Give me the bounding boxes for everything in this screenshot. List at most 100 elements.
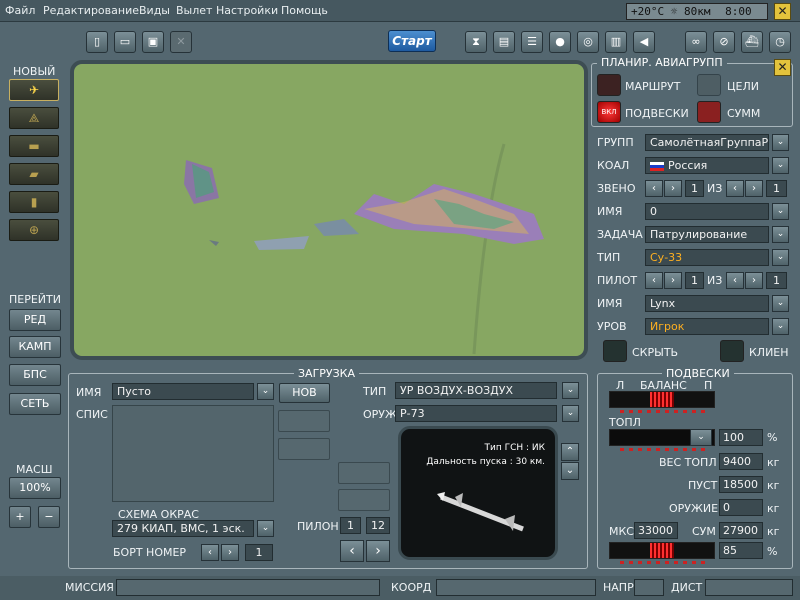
goto-label: ПЕРЕЙТИ — [9, 293, 61, 306]
tail-prev-icon[interactable]: ‹ — [201, 544, 219, 561]
zveno-prev-icon[interactable]: ‹ — [645, 180, 663, 197]
delete-icon[interactable]: ✕ — [170, 31, 192, 53]
zoom-out-button[interactable]: − — [38, 506, 60, 528]
unit-target-button[interactable]: ⊕ — [9, 219, 59, 241]
zveno-total-next-icon[interactable]: › — [745, 180, 763, 197]
book-icon[interactable]: ▥ — [605, 31, 627, 53]
paint-scheme-dropdown-icon[interactable]: ⌄ — [257, 520, 274, 537]
zoom-in-button[interactable]: + — [9, 506, 31, 528]
fuel-slider-handle[interactable]: ⌄ — [690, 429, 712, 446]
task-label: ЗАДАЧА — [597, 228, 643, 241]
start-button[interactable]: Старт — [388, 30, 436, 52]
aircraft-3d-view[interactable] — [70, 60, 588, 360]
weapon-preview: Тип ГСН : ИК Дальность пуска : 30 км. — [398, 426, 558, 560]
group-field[interactable]: СамолётнаяГруппаРОС — [645, 134, 769, 151]
goto-bps-button[interactable]: БПС — [9, 364, 61, 386]
coalition-dropdown-icon[interactable]: ⌄ — [772, 157, 789, 174]
no-entry-icon[interactable]: ⊘ — [713, 31, 735, 53]
unit-ship-button[interactable]: ▬ — [9, 135, 59, 157]
target-icon[interactable]: ◎ — [577, 31, 599, 53]
targets-toggle[interactable] — [697, 74, 721, 96]
panel-close-icon[interactable]: ✕ — [774, 59, 791, 76]
aircraft-type-field[interactable]: Су-33 — [645, 249, 769, 266]
weapon-type-field[interactable]: УР ВОЗДУХ-ВОЗДУХ — [395, 382, 557, 399]
paint-scheme-field[interactable]: 279 КИАП, ВМС, 1 эск. — [112, 520, 254, 537]
preview-up-icon[interactable]: ⌃ — [561, 443, 579, 461]
list-icon[interactable]: ☰ — [521, 31, 543, 53]
name-dropdown-icon[interactable]: ⌄ — [772, 203, 789, 220]
loadout-list[interactable] — [112, 405, 274, 502]
coalition-label: КОАЛ — [597, 159, 630, 172]
loadout-name-field[interactable]: Пусто — [112, 383, 254, 400]
route-toggle[interactable] — [597, 74, 621, 96]
truck-icon: ▮ — [30, 195, 38, 209]
menu-file[interactable]: Файл — [5, 4, 35, 17]
weapon-field[interactable]: Р-73 — [395, 405, 557, 422]
pilot-of-label: ИЗ — [707, 274, 723, 287]
pilot-value: 1 — [685, 272, 704, 289]
save-icon[interactable]: ▣ — [142, 31, 164, 53]
client-toggle[interactable] — [720, 340, 744, 362]
pylon-label: ПИЛОН — [297, 520, 339, 533]
tail-number-value: 1 — [245, 544, 273, 561]
pilot-next-icon[interactable]: › — [664, 272, 682, 289]
menu-views[interactable]: Виды — [139, 4, 170, 17]
menu-fly[interactable]: Вылет — [176, 4, 212, 17]
card-icon[interactable]: ▤ — [493, 31, 515, 53]
menu-settings[interactable]: Настройки — [216, 4, 278, 17]
head-icon[interactable]: ● — [549, 31, 571, 53]
loadout-name-dropdown-icon[interactable]: ⌄ — [257, 383, 274, 400]
task-field[interactable]: Патрулирование — [645, 226, 769, 243]
open-folder-icon[interactable]: ▭ — [114, 31, 136, 53]
task-dropdown-icon[interactable]: ⌄ — [772, 226, 789, 243]
goto-network-button[interactable]: СЕТЬ — [9, 393, 61, 415]
ship-icon[interactable]: ⛴ — [741, 31, 763, 53]
summ-toggle[interactable] — [697, 101, 721, 123]
pilot-total-next-icon[interactable]: › — [745, 272, 763, 289]
group-dropdown-icon[interactable]: ⌄ — [772, 134, 789, 151]
sun-icon: ☼ — [670, 5, 678, 18]
type-dropdown-icon[interactable]: ⌄ — [772, 249, 789, 266]
weapon-dropdown-icon[interactable]: ⌄ — [562, 405, 579, 422]
hourglass-icon[interactable]: ⧗ — [465, 31, 487, 53]
goto-editor-button[interactable]: РЕД — [9, 309, 61, 331]
sound-icon[interactable]: ◀ — [633, 31, 655, 53]
coalition-field[interactable]: Россия — [645, 157, 769, 174]
load-percent: 85 — [719, 542, 763, 559]
unit-plane-button[interactable]: ✈ — [9, 79, 59, 101]
pylon-next-icon[interactable]: › — [366, 540, 390, 562]
launch-range: Дальность пуска : 30 км. — [426, 457, 545, 467]
new-label: НОВЫЙ — [13, 65, 56, 78]
menu-edit[interactable]: Редактирование — [43, 4, 139, 17]
close-icon[interactable]: ✕ — [774, 3, 791, 20]
menu-help[interactable]: Помощь — [281, 4, 328, 17]
weapon-type-dropdown-icon[interactable]: ⌄ — [562, 382, 579, 399]
tail-next-icon[interactable]: › — [221, 544, 239, 561]
name-field[interactable]: 0 — [645, 203, 769, 220]
fuel-weight-value: 9400 — [719, 453, 763, 470]
new-loadout-button[interactable]: НОВ — [279, 383, 330, 403]
empty-weight-unit: кг — [767, 479, 780, 492]
goto-campaign-button[interactable]: КАМП — [9, 336, 61, 358]
unit-tank-button[interactable]: ▰ — [9, 163, 59, 185]
loads-toggle[interactable]: ВКЛ — [597, 101, 621, 123]
preview-down-icon[interactable]: ⌄ — [561, 462, 579, 480]
pilot-total-prev-icon[interactable]: ‹ — [726, 272, 744, 289]
pilot-prev-icon[interactable]: ‹ — [645, 272, 663, 289]
callsign-field[interactable]: Lynx — [645, 295, 769, 312]
zveno-next-icon[interactable]: › — [664, 180, 682, 197]
zveno-total-prev-icon[interactable]: ‹ — [726, 180, 744, 197]
status-bar: МИССИЯ КООРД НАПР ДИСТ — [0, 576, 800, 600]
clock-icon[interactable]: ◷ — [769, 31, 791, 53]
unit-helicopter-button[interactable]: ⟁ — [9, 107, 59, 129]
level-field[interactable]: Игрок — [645, 318, 769, 335]
binoculars-icon[interactable]: ∞ — [685, 31, 707, 53]
weapon-type-label: ТИП — [363, 385, 387, 398]
unit-truck-button[interactable]: ▮ — [9, 191, 59, 213]
hide-toggle[interactable] — [603, 340, 627, 362]
pylon-prev-icon[interactable]: ‹ — [340, 540, 364, 562]
new-file-icon[interactable]: ▯ — [86, 31, 108, 53]
level-dropdown-icon[interactable]: ⌄ — [772, 318, 789, 335]
callsign-dropdown-icon[interactable]: ⌄ — [772, 295, 789, 312]
fuel-percent: 100 — [719, 429, 763, 446]
